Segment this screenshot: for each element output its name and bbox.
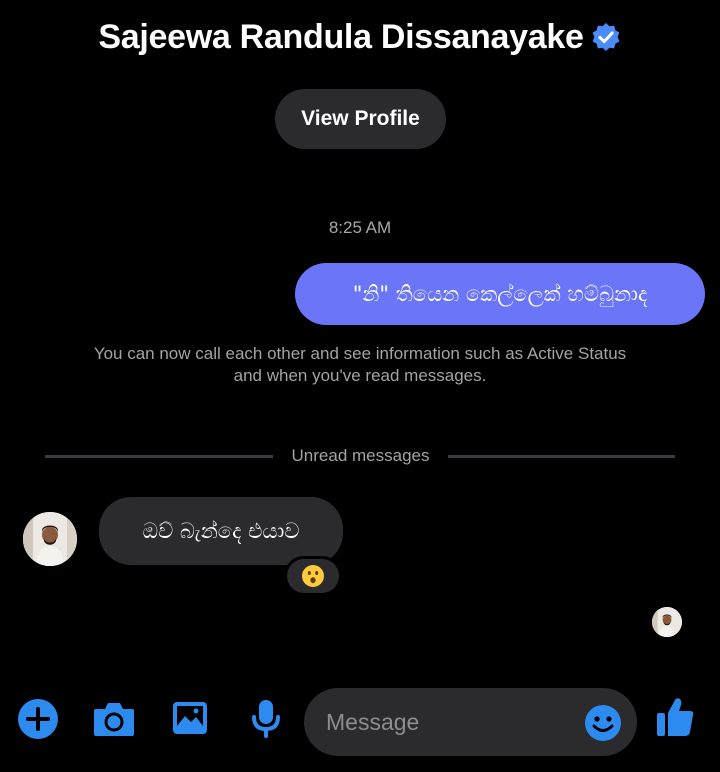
microphone-icon <box>252 700 280 738</box>
outgoing-message-bubble[interactable]: "නි" තියෙන කෙල්ලෙක් හම්බුනාද <box>295 263 705 325</box>
emoji-icon <box>585 705 621 741</box>
seen-receipt-avatar <box>652 607 682 637</box>
like-button[interactable] <box>655 696 695 738</box>
conversation-header: Sajeewa Randula Dissanayake <box>0 18 720 57</box>
connection-notice: You can now call each other and see info… <box>93 344 627 385</box>
message-timestamp: 8:25 AM <box>328 218 392 237</box>
emoji-button[interactable] <box>584 704 622 742</box>
verified-badge-icon <box>592 22 619 51</box>
contact-avatar[interactable] <box>23 512 77 566</box>
camera-button[interactable] <box>92 700 136 738</box>
incoming-message-bubble[interactable]: ඔව් බැන්දෙ එයාව <box>99 497 343 565</box>
contact-name: Sajeewa Randula Dissanayake <box>98 18 584 56</box>
gallery-button[interactable] <box>171 700 209 736</box>
plus-icon <box>18 699 58 739</box>
camera-icon <box>94 703 134 736</box>
view-profile-button[interactable]: View Profile <box>275 89 446 149</box>
message-composer[interactable] <box>304 688 637 756</box>
thumbs-up-icon <box>657 698 694 736</box>
surprised-face-icon <box>302 565 324 587</box>
gallery-icon <box>173 702 207 734</box>
microphone-button[interactable] <box>250 698 282 738</box>
unread-messages-label: Unread messages <box>291 446 430 465</box>
message-reaction[interactable] <box>284 556 342 596</box>
unread-divider-right <box>448 455 675 458</box>
unread-divider-left <box>45 455 273 458</box>
plus-button[interactable] <box>17 698 59 740</box>
message-input[interactable] <box>326 688 576 756</box>
